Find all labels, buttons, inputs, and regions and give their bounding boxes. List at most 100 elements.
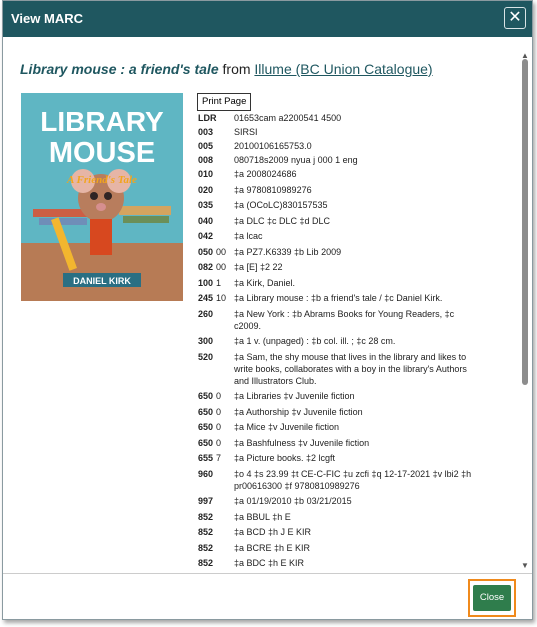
marc-tag: 260	[198, 308, 214, 319]
marc-tag: 852	[198, 542, 214, 553]
marc-value: ‡a (OCoLC)830157535	[234, 200, 328, 210]
marc-row: 520 ‡a Sam, the shy mouse that lives in t…	[198, 351, 483, 387]
marc-value: ‡a DLC ‡c DLC ‡d DLC	[234, 215, 331, 226]
marc-tag: 082	[198, 262, 214, 272]
marc-value: ‡a Libraries ‡v Juvenile fiction	[234, 391, 355, 401]
marc-value: ‡a BBUL ‡h E	[234, 511, 291, 522]
marc-value: ‡a Bashfulness ‡v Juvenile fiction	[234, 437, 370, 448]
marc-indicator: 10	[216, 293, 227, 303]
marc-row: 245 10 ‡a Library mouse : ‡b a friend's ta…	[198, 292, 483, 304]
marc-indicator	[216, 215, 234, 227]
from-text: from	[222, 61, 251, 77]
marc-value: ‡a Kirk, Daniel.	[234, 277, 296, 288]
marc-row: 650 0 ‡a Libraries ‡v Juvenile fiction	[198, 390, 483, 402]
marc-row: 035 ‡a (OCoLC)830157535	[198, 199, 483, 211]
marc-value: ‡a New York : ‡b Abrams Books for Young …	[234, 308, 455, 331]
marc-value: ‡o 4 ‡s 23.99 ‡t CE-C-FIC ‡u zcfi ‡q 12-…	[234, 468, 472, 491]
marc-indicator	[216, 230, 234, 242]
marc-value: ‡a Authorship ‡v Juvenile fiction	[234, 406, 363, 417]
marc-indicator: 7	[216, 453, 222, 463]
marc-row: 082 00 ‡a [E] ‡2 22	[198, 261, 483, 273]
marc-tag: 960	[198, 468, 214, 479]
marc-tag: 008	[198, 155, 214, 165]
marc-row: 100 1 ‡a Kirk, Daniel.	[198, 277, 483, 289]
marc-row: 655 7 ‡a Picture books. ‡2 lcgft	[198, 452, 483, 464]
marc-tag: 040	[198, 215, 214, 226]
dialog-footer: Close	[3, 574, 532, 619]
marc-value: ‡a Library mouse : ‡b a friend's tale / …	[234, 293, 443, 303]
marc-indicator: 00	[216, 246, 227, 257]
marc-indicator	[216, 351, 234, 387]
dialog-titlebar: View MARC ✕	[3, 1, 532, 37]
scrollbar[interactable]: ▲ ▼	[520, 51, 530, 571]
source-link[interactable]: Illume (BC Union Catalogue)	[254, 61, 432, 77]
cover-subtitle: A Friend's Tale	[66, 174, 137, 186]
marc-value: ‡a Picture books. ‡2 lcgft	[234, 453, 336, 463]
marc-row: 997 ‡a 01/19/2010 ‡b 03/21/2015	[198, 495, 483, 507]
marc-tag: 650	[198, 422, 214, 432]
marc-row: 852 ‡a BDC ‡h E KIR	[198, 557, 483, 569]
marc-row: 005 20100106165753.0	[198, 140, 483, 152]
marc-tag: 655	[198, 453, 214, 463]
marc-tag: 852	[198, 527, 214, 537]
marc-value: ‡a BCD ‡h J E KIR	[234, 527, 312, 537]
cover-author: DANIEL KIRK	[73, 276, 131, 286]
marc-row: 040 ‡a DLC ‡c DLC ‡d DLC	[198, 215, 483, 227]
marc-row: 010 ‡a 2008024686	[198, 168, 483, 180]
marc-tag: 020	[198, 184, 214, 195]
marc-row: 650 0 ‡a Bashfulness ‡v Juvenile fiction	[198, 437, 483, 449]
marc-row: 852 ‡a BCD ‡h J E KIR	[198, 526, 483, 538]
marc-tag: LDR	[198, 113, 217, 123]
marc-row: 852 ‡a BBUL ‡h E	[198, 511, 483, 523]
print-page-button[interactable]: Print Page	[197, 93, 252, 111]
marc-tag: 650	[198, 406, 214, 417]
marc-value: ‡a 2008024686	[234, 169, 297, 179]
marc-tag: 852	[198, 558, 214, 568]
cover-title-line2: MOUSE	[49, 137, 155, 169]
marc-indicator: 0	[216, 406, 222, 417]
marc-row: 260 ‡a New York : ‡b Abrams Books for You…	[198, 308, 483, 332]
marc-indicator: 1	[216, 277, 222, 288]
marc-value: ‡a BDC ‡h E KIR	[234, 558, 305, 568]
scrollbar-thumb[interactable]	[522, 59, 528, 385]
marc-indicator	[216, 511, 234, 523]
marc-indicator: 0	[216, 422, 222, 432]
close-button[interactable]: Close	[473, 585, 511, 611]
marc-indicator	[216, 199, 234, 211]
marc-indicator	[216, 557, 234, 569]
marc-tag: 650	[198, 437, 214, 448]
marc-indicator	[216, 526, 234, 538]
marc-row: 050 00 ‡a PZ7.K6339 ‡b Lib 2009	[198, 246, 483, 258]
close-icon[interactable]: ✕	[504, 7, 526, 29]
marc-value: ‡a 1 v. (unpaged) : ‡b col. ill. ; ‡c 28…	[234, 336, 396, 346]
marc-indicator	[216, 468, 234, 492]
marc-row: 960 ‡o 4 ‡s 23.99 ‡t CE-C-FIC ‡u zcfi ‡q …	[198, 468, 483, 492]
view-marc-dialog: View MARC ✕ Library mouse : a friend's t…	[2, 0, 533, 620]
scroll-down-icon[interactable]: ▼	[520, 561, 530, 571]
marc-tag: 100	[198, 277, 214, 288]
marc-row: 008 080718s2009 nyua j 000 1 eng	[198, 154, 483, 166]
marc-record-list: LDR 01653cam a2200541 4500 003 SIRSI 005 20…	[198, 112, 483, 573]
marc-value: 20100106165753.0	[234, 141, 312, 151]
book-title: Library mouse : a friend's tale	[20, 61, 219, 77]
close-button-highlight: Close	[468, 579, 516, 617]
marc-row: 300 ‡a 1 v. (unpaged) : ‡b col. ill. ; ‡c…	[198, 335, 483, 347]
cover-title-line1: LIBRARY	[40, 106, 164, 137]
marc-indicator	[216, 112, 234, 124]
marc-indicator: 0	[216, 437, 222, 448]
marc-tag: 035	[198, 200, 214, 210]
marc-tag: 005	[198, 141, 214, 151]
marc-row: LDR 01653cam a2200541 4500	[198, 112, 483, 124]
marc-row: 003 SIRSI	[198, 126, 483, 138]
marc-indicator	[216, 308, 234, 332]
marc-indicator	[216, 335, 234, 347]
marc-value: ‡a BCRE ‡h E KIR	[234, 542, 311, 553]
book-cover-image: LIBRARY MOUSE A Friend's Tale DANIEL KIR…	[21, 93, 183, 301]
marc-row: 650 0 ‡a Mice ‡v Juvenile fiction	[198, 421, 483, 433]
marc-value: ‡a 9780810989276	[234, 184, 312, 195]
marc-value: 01653cam a2200541 4500	[234, 113, 342, 123]
marc-indicator	[216, 495, 234, 507]
marc-tag: 300	[198, 336, 214, 346]
marc-row: 650 0 ‡a Authorship ‡v Juvenile fiction	[198, 406, 483, 418]
marc-indicator	[216, 126, 234, 138]
